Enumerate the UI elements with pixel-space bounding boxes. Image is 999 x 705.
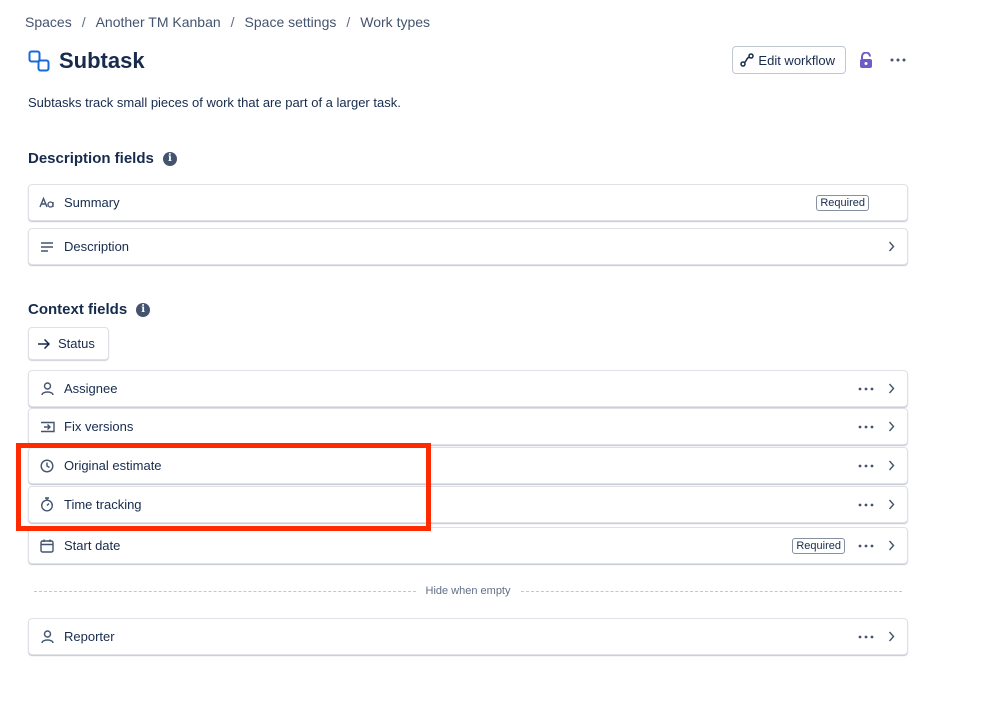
breadcrumb-separator: / bbox=[346, 14, 351, 30]
breadcrumb-work-types[interactable]: Work types bbox=[360, 14, 430, 30]
field-label: Time tracking bbox=[64, 497, 142, 512]
row-actions bbox=[885, 229, 897, 264]
field-row-summary[interactable]: Summary Required bbox=[28, 184, 908, 221]
clock-icon bbox=[39, 458, 55, 474]
chevron-right-icon[interactable] bbox=[885, 458, 897, 474]
field-label: Start date bbox=[64, 538, 121, 553]
more-icon[interactable] bbox=[857, 419, 875, 435]
field-row-fix-versions[interactable]: Fix versions bbox=[28, 408, 908, 445]
row-actions bbox=[857, 487, 897, 522]
info-icon[interactable]: i bbox=[136, 302, 151, 317]
more-icon[interactable] bbox=[857, 538, 875, 554]
person-icon bbox=[39, 381, 55, 397]
description-fields-title: Description fields bbox=[28, 150, 154, 167]
arrow-right-icon bbox=[38, 338, 51, 349]
breadcrumb: Spaces / Another TM Kanban / Space setti… bbox=[25, 14, 430, 30]
page-description: Subtasks track small pieces of work that… bbox=[28, 95, 401, 110]
hide-when-empty-label: Hide when empty bbox=[425, 585, 511, 597]
status-field-chip[interactable]: Status bbox=[28, 327, 109, 360]
field-label: Original estimate bbox=[64, 458, 162, 473]
field-row-start-date[interactable]: Start date Required bbox=[28, 527, 908, 564]
field-label: Fix versions bbox=[64, 419, 134, 434]
row-actions bbox=[857, 448, 897, 483]
field-label: Summary bbox=[64, 195, 120, 210]
status-chip-label: Status bbox=[58, 336, 95, 351]
required-badge: Required bbox=[816, 194, 869, 211]
more-icon bbox=[890, 58, 906, 62]
divider-line bbox=[520, 590, 902, 592]
header-actions: Edit workflow bbox=[732, 46, 908, 74]
more-actions-button[interactable] bbox=[888, 50, 908, 70]
field-label: Assignee bbox=[64, 381, 118, 396]
more-icon[interactable] bbox=[857, 381, 875, 397]
stopwatch-icon bbox=[39, 497, 55, 513]
field-row-description[interactable]: Description bbox=[28, 228, 908, 265]
workflow-icon bbox=[740, 53, 755, 67]
lock-button[interactable] bbox=[856, 50, 876, 70]
row-actions: Required bbox=[816, 185, 869, 220]
field-row-assignee[interactable]: Assignee bbox=[28, 370, 908, 407]
ship-icon bbox=[39, 419, 55, 435]
page-header: Subtask Edit workflow bbox=[28, 46, 908, 76]
chevron-right-icon[interactable] bbox=[885, 239, 897, 255]
field-label: Reporter bbox=[64, 629, 115, 644]
subtask-icon bbox=[28, 50, 50, 72]
row-actions bbox=[857, 409, 897, 444]
chevron-right-icon[interactable] bbox=[885, 419, 897, 435]
text-style-icon bbox=[39, 195, 55, 211]
unlock-icon bbox=[860, 51, 872, 68]
hide-when-empty-divider: Hide when empty bbox=[34, 583, 902, 599]
calendar-icon bbox=[39, 538, 55, 554]
chevron-right-icon[interactable] bbox=[885, 629, 897, 645]
breadcrumb-space[interactable]: Another TM Kanban bbox=[96, 14, 221, 30]
required-badge: Required bbox=[792, 537, 845, 554]
row-actions bbox=[857, 619, 897, 654]
breadcrumb-spaces[interactable]: Spaces bbox=[25, 14, 72, 30]
more-icon[interactable] bbox=[857, 458, 875, 474]
edit-workflow-button[interactable]: Edit workflow bbox=[732, 46, 846, 74]
chevron-right-icon[interactable] bbox=[885, 497, 897, 513]
breadcrumb-separator: / bbox=[230, 14, 235, 30]
field-row-original-estimate[interactable]: Original estimate bbox=[28, 447, 908, 484]
field-row-reporter[interactable]: Reporter bbox=[28, 618, 908, 655]
page-title: Subtask bbox=[59, 48, 145, 73]
context-fields-title: Context fields bbox=[28, 301, 128, 318]
row-actions: Required bbox=[792, 528, 897, 563]
person-icon bbox=[39, 629, 55, 645]
edit-workflow-label: Edit workflow bbox=[758, 52, 835, 68]
more-icon[interactable] bbox=[857, 629, 875, 645]
field-label: Description bbox=[64, 239, 130, 254]
context-fields-heading: Context fields i bbox=[28, 301, 151, 318]
description-fields-heading: Description fields i bbox=[28, 150, 177, 167]
more-icon[interactable] bbox=[857, 497, 875, 513]
text-lines-icon bbox=[39, 239, 55, 255]
info-icon[interactable]: i bbox=[162, 151, 177, 166]
breadcrumb-space-settings[interactable]: Space settings bbox=[245, 14, 337, 30]
field-row-time-tracking[interactable]: Time tracking bbox=[28, 486, 908, 523]
divider-line bbox=[34, 590, 416, 592]
chevron-right-icon[interactable] bbox=[885, 381, 897, 397]
row-actions bbox=[857, 371, 897, 406]
chevron-right-icon[interactable] bbox=[885, 538, 897, 554]
breadcrumb-separator: / bbox=[81, 14, 86, 30]
